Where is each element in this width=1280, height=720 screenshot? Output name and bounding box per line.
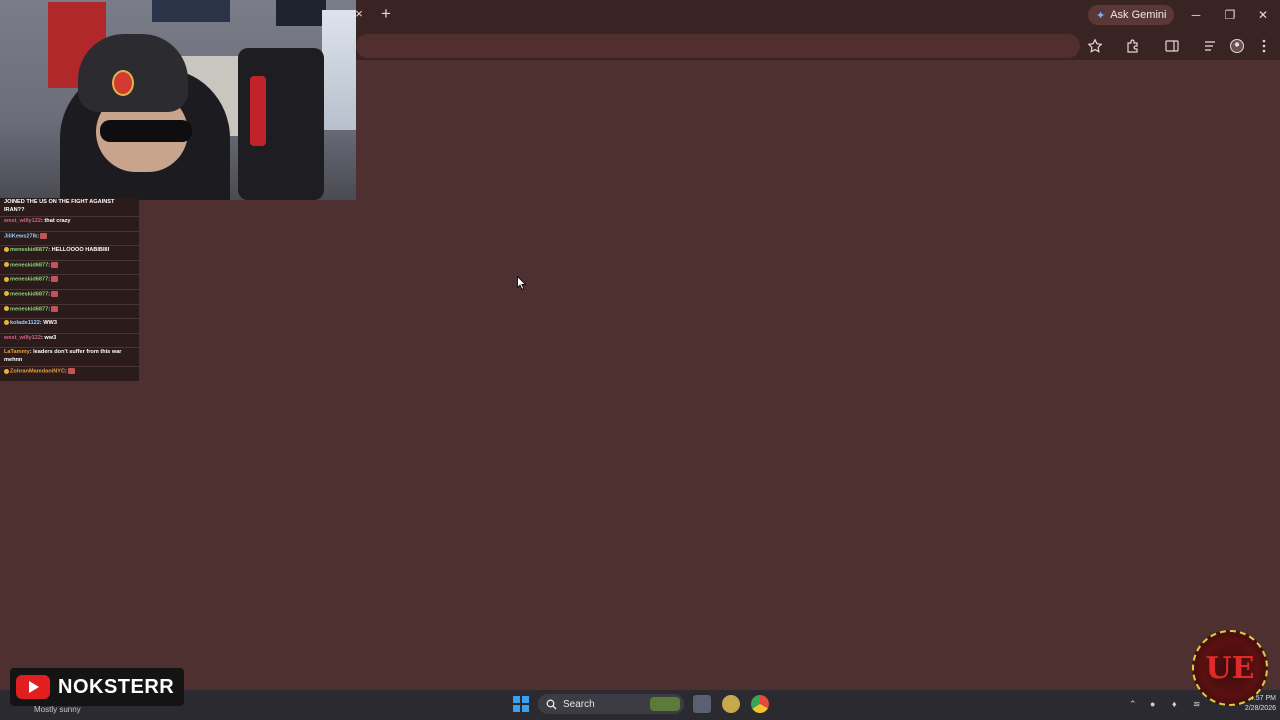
chat-text: JOINED THE US ON THE FIGHT AGAINST IRAN?…	[4, 199, 115, 213]
chat-username[interactable]: LaTammy	[4, 349, 30, 355]
chat-text: :	[65, 368, 67, 375]
chat-emote-icon	[51, 276, 59, 283]
search-icon	[546, 699, 557, 709]
chat-message: meneskid6877: HELLOOOO HABIBIIII	[0, 246, 139, 261]
chat-message: JOINED THE US ON THE FIGHT AGAINST IRAN?…	[0, 198, 139, 217]
chat-username[interactable]: west_willy122	[4, 335, 41, 341]
address-bar[interactable]	[356, 34, 1080, 58]
restore-button[interactable]: ❐	[1220, 5, 1240, 25]
chat-badge-icon	[4, 291, 9, 297]
close-window-button[interactable]: ✕	[1253, 5, 1273, 25]
youtube-channel-badge: NOKSTERR	[10, 668, 184, 706]
chat-text: : ww3	[41, 334, 57, 341]
chat-text: :	[48, 291, 51, 298]
chat-message: kolade1122: WW3	[0, 319, 139, 334]
chat-message: meneskid6877:	[0, 305, 139, 320]
chat-badge-icon	[4, 247, 9, 253]
webcam-overlay	[0, 0, 356, 200]
chat-username[interactable]: meneskid6877	[10, 291, 48, 297]
chat-badge-icon	[4, 320, 9, 326]
chat-username[interactable]: meneskid6877	[10, 262, 48, 268]
streamer-logo: UE	[1192, 630, 1268, 706]
profile-avatar-icon[interactable]	[1229, 38, 1245, 54]
new-tab-button[interactable]: +	[378, 5, 394, 23]
start-button[interactable]	[513, 696, 529, 712]
logo-text: UE	[1205, 650, 1255, 686]
ask-gemini-label: Ask Gemini	[1110, 9, 1167, 21]
chat-message: west_willy122: ww3	[0, 334, 139, 349]
chat-message: LaTammy: leaders don't suffer from this …	[0, 348, 139, 368]
chat-badge-icon	[4, 306, 9, 312]
chat-message: JiliKews27lk:	[0, 232, 139, 247]
chat-message: meneskid6877:	[0, 275, 139, 290]
gaming-chair-stripe	[250, 76, 266, 146]
chat-username[interactable]: west_willy122	[4, 218, 41, 224]
sunglasses	[100, 120, 192, 142]
chat-username[interactable]: meneskid6877	[10, 247, 48, 253]
chat-message: ZohranMamdaniNYC:	[0, 367, 139, 382]
tray-app-icon[interactable]: ●	[1150, 699, 1155, 709]
app-icon[interactable]	[722, 695, 740, 713]
gemini-sparkle-icon: ✦	[1096, 9, 1106, 22]
chat-emote-icon	[51, 290, 59, 297]
weather-widget[interactable]: Mostly sunny	[34, 705, 81, 714]
chrome-icon[interactable]	[751, 695, 769, 713]
chat-text: :	[48, 262, 51, 269]
youtube-logo-icon	[16, 675, 50, 699]
microphone-icon[interactable]: ♦	[1172, 699, 1177, 709]
bookmark-star-icon[interactable]	[1087, 38, 1103, 54]
window-blinds	[322, 10, 356, 130]
chat-text: : WW3	[39, 320, 57, 327]
live-chat-overlay: JOINED THE US ON THE FIGHT AGAINST IRAN?…	[0, 198, 139, 382]
search-label: Search	[563, 698, 595, 710]
chat-text: :	[48, 276, 51, 283]
chat-badge-icon	[4, 276, 9, 282]
channel-name: NOKSTERR	[58, 675, 175, 698]
extensions-icon[interactable]	[1125, 38, 1141, 54]
chat-emote-icon	[51, 305, 59, 312]
chat-badge-icon	[4, 262, 9, 268]
chat-badge-icon	[4, 368, 9, 374]
show-hidden-icons[interactable]: ⌃	[1129, 699, 1137, 710]
mouse-cursor-icon	[517, 276, 527, 290]
taskbar-search[interactable]: Search	[538, 694, 684, 714]
minimize-button[interactable]: ─	[1186, 5, 1206, 25]
wall-poster	[152, 0, 230, 22]
hat-badge	[112, 70, 134, 96]
chat-message: west_willy122: that crazy	[0, 217, 139, 232]
chat-text: :	[37, 233, 40, 240]
chat-emote-icon	[67, 368, 75, 375]
search-highlight-image	[650, 697, 680, 711]
fur-hat	[78, 34, 188, 112]
more-menu-icon[interactable]	[1256, 38, 1272, 54]
chat-username[interactable]: kolade1122	[10, 320, 40, 326]
chat-message: meneskid6877:	[0, 290, 139, 305]
chat-text: : that crazy	[41, 218, 71, 224]
chat-emote-icon	[51, 261, 59, 268]
chat-message: meneskid6877:	[0, 261, 139, 276]
side-panel-icon[interactable]	[1164, 38, 1180, 54]
media-controls-icon[interactable]	[1203, 38, 1219, 54]
wall-poster	[276, 0, 326, 26]
chat-username[interactable]: JiliKews27lk	[4, 233, 37, 239]
chat-username[interactable]: meneskid6877	[10, 306, 48, 312]
ask-gemini-button[interactable]: ✦ Ask Gemini	[1088, 5, 1175, 25]
chat-text: : HELLOOOO HABIBIIII	[48, 247, 110, 254]
task-view-icon[interactable]	[693, 695, 711, 713]
chat-emote-icon	[40, 232, 48, 239]
chat-username[interactable]: meneskid6877	[10, 277, 48, 283]
chat-username[interactable]: ZohranMamdaniNYC	[10, 369, 65, 375]
wifi-icon[interactable]: ≋	[1193, 699, 1201, 710]
chat-text: :	[48, 306, 51, 313]
